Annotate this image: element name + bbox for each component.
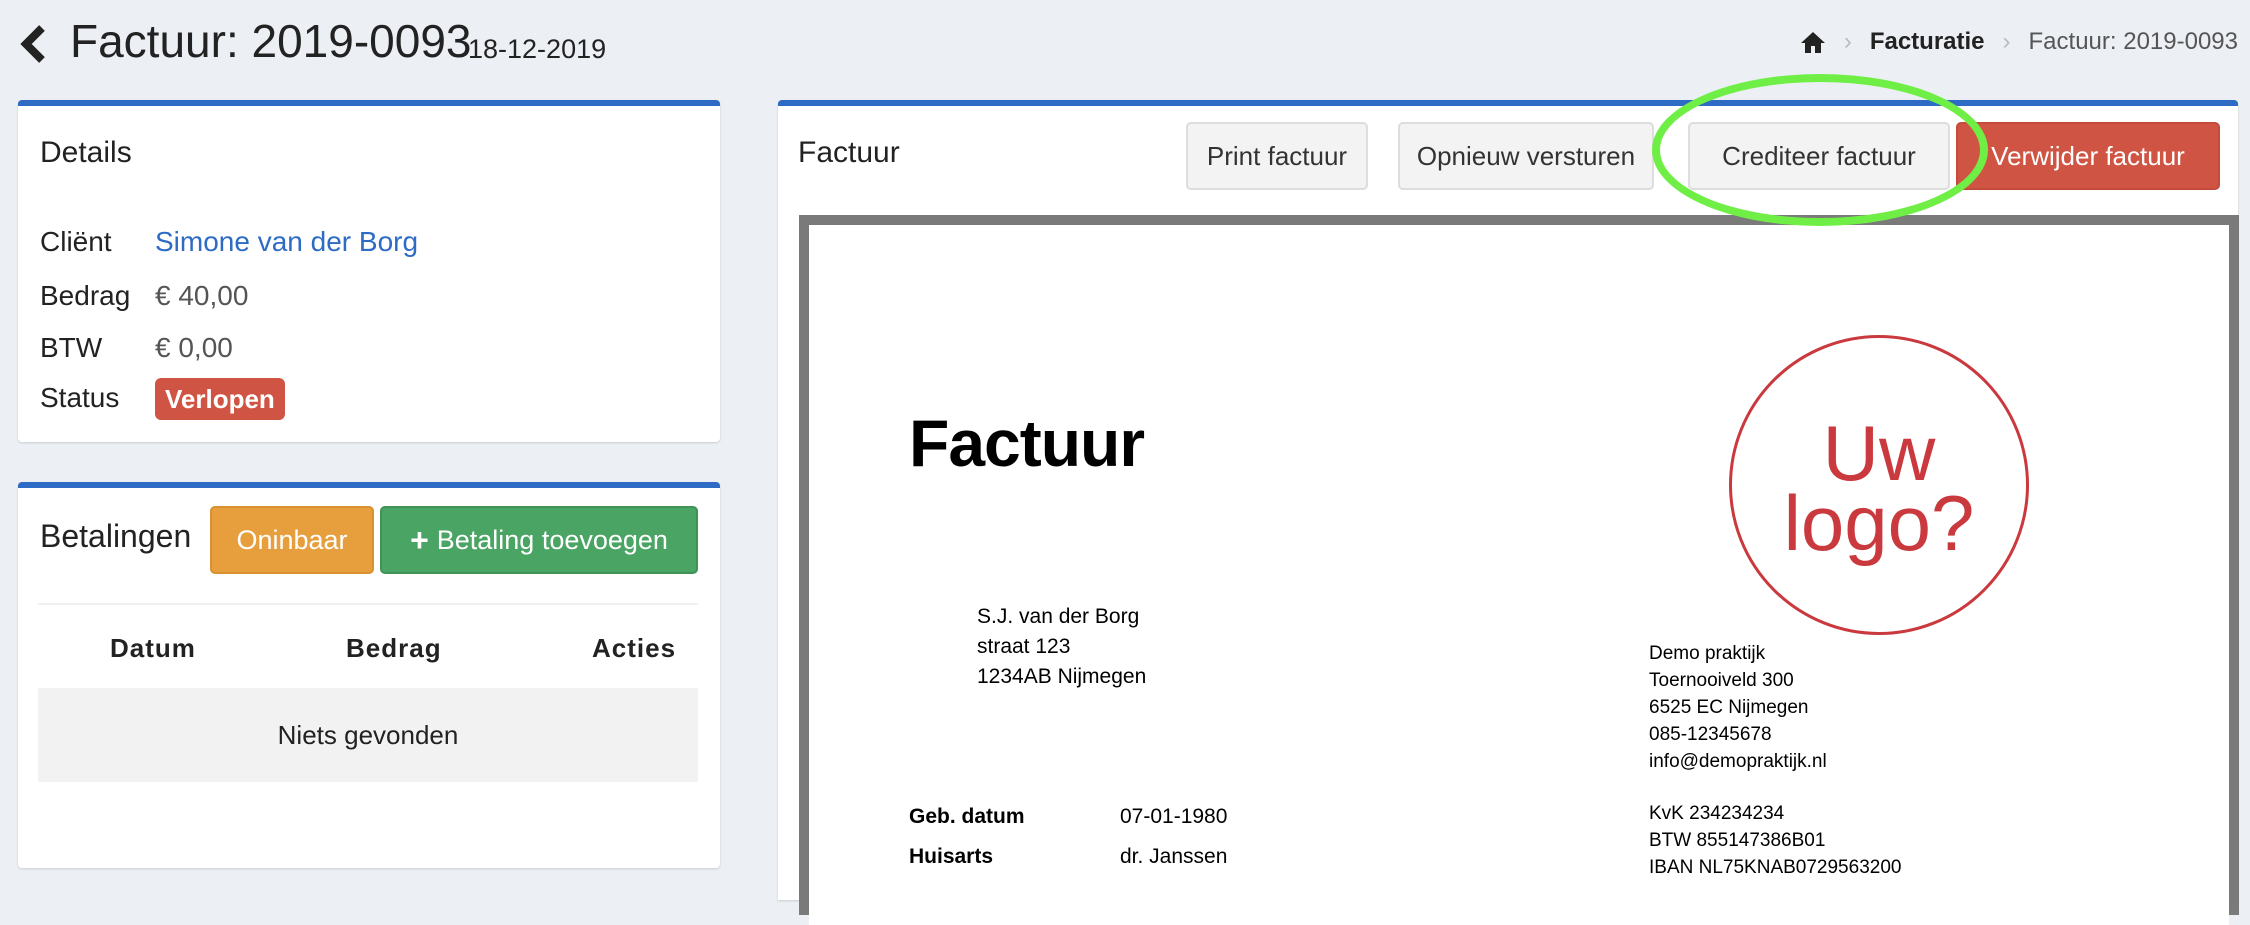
- page-title: Factuur: 2019-0093: [70, 15, 472, 67]
- add-payment-button[interactable]: + Betaling toevoegen: [380, 506, 698, 574]
- plus-icon: +: [410, 521, 429, 558]
- client-link[interactable]: Simone van der Borg: [155, 226, 418, 258]
- empty-row: Niets gevonden: [38, 688, 698, 782]
- logo-placeholder: Uw logo?: [1729, 335, 2029, 635]
- invoice-date: 18-12-2019: [468, 34, 607, 64]
- amount-label: Bedrag: [40, 280, 131, 311]
- invoice-preview[interactable]: Factuur Uw logo? S.J. van der Borg straat…: [799, 215, 2239, 925]
- column-header-amount: Bedrag: [346, 633, 442, 663]
- amount-value: € 40,00: [155, 280, 249, 311]
- field-label: Geb. datum: [909, 805, 1025, 828]
- breadcrumb-facturatie[interactable]: Facturatie: [1870, 28, 1985, 56]
- vat-value: € 0,00: [155, 332, 233, 363]
- company-line: 6525 EC Nijmegen: [1649, 697, 1809, 718]
- company-line: Demo praktijk: [1649, 643, 1766, 664]
- column-header-actions: Acties: [592, 633, 677, 663]
- field-value: dr. Janssen: [1120, 845, 1228, 868]
- breadcrumb-separator-icon: ›: [2002, 28, 2011, 55]
- home-icon[interactable]: [1800, 30, 1826, 54]
- payments-panel: Betalingen Oninbaar + Betaling toevoegen…: [18, 482, 720, 868]
- recipient-line: 1234AB Nijmegen: [977, 665, 1147, 688]
- add-payment-label: Betaling toevoegen: [436, 524, 668, 555]
- highlight-ellipse: [1652, 74, 1988, 226]
- chevron-left-icon: [20, 25, 45, 63]
- document-title: Factuur: [909, 406, 1145, 480]
- payments-title: Betalingen: [40, 518, 192, 554]
- company-line: info@demopraktijk.nl: [1649, 751, 1827, 772]
- divider: [38, 603, 698, 605]
- company-line: 085-12345678: [1649, 724, 1772, 745]
- uncollectible-button[interactable]: Oninbaar: [210, 506, 374, 574]
- resend-invoice-button[interactable]: Opnieuw versturen: [1398, 122, 1654, 190]
- column-header-date: Datum: [110, 633, 196, 663]
- back-button[interactable]: [16, 22, 52, 66]
- vat-label: BTW: [40, 332, 103, 363]
- details-title: Details: [40, 136, 132, 169]
- print-invoice-button[interactable]: Print factuur: [1186, 122, 1368, 190]
- field-label: Huisarts: [909, 845, 994, 868]
- registration-line: BTW 855147386B01: [1649, 830, 1826, 851]
- invoice-panel: Factuur Print factuur Opnieuw versturen …: [778, 100, 2239, 925]
- registration-line: KvK 234234234: [1649, 803, 1785, 824]
- invoice-page: Factuur Uw logo? S.J. van der Borg straat…: [809, 225, 2229, 925]
- breadcrumb-current: Factuur: 2019-0093: [2028, 28, 2238, 55]
- details-panel: Details Cliënt Simone van der Borg Bedra…: [18, 100, 720, 442]
- recipient-line: straat 123: [977, 635, 1071, 658]
- company-line: Toernooiveld 300: [1649, 670, 1794, 691]
- status-badge: Verlopen: [155, 378, 285, 420]
- breadcrumb: › Facturatie › Factuur: 2019-0093: [1800, 28, 2238, 56]
- invoice-panel-title: Factuur: [798, 136, 900, 169]
- delete-invoice-button[interactable]: Verwijder factuur: [1956, 122, 2220, 190]
- field-value: 07-01-1980: [1120, 805, 1228, 828]
- client-label: Cliënt: [40, 226, 112, 257]
- recipient-line: S.J. van der Borg: [977, 605, 1140, 628]
- breadcrumb-separator-icon: ›: [1843, 28, 1852, 55]
- status-label: Status: [40, 382, 120, 413]
- registration-line: IBAN NL75KNAB0729563200: [1649, 857, 1902, 878]
